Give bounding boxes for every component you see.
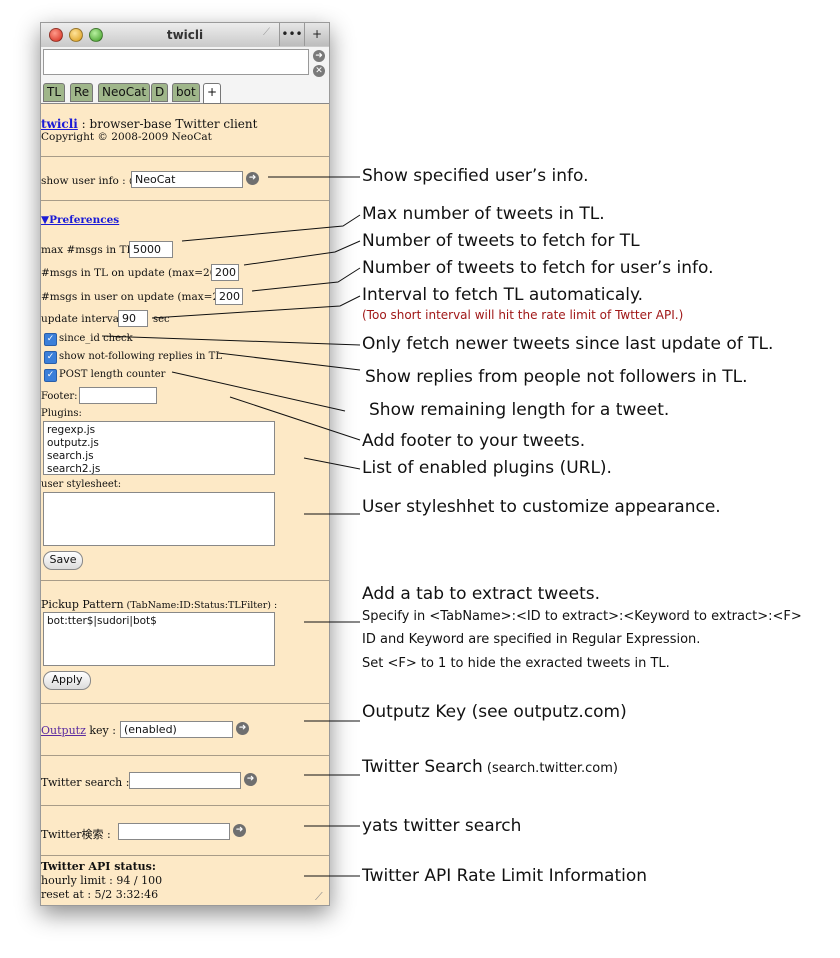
annotation-remaining: Show remaining length for a tweet.	[369, 400, 670, 420]
callout-line	[243, 240, 361, 266]
callout-lines	[101, 176, 361, 877]
annotation-pickup-title: Add a tab to extract tweets.	[362, 584, 601, 604]
annotation-pickup-hide: Set <F> to 1 to hide the exracted tweets…	[362, 656, 670, 671]
callout-line	[251, 267, 361, 292]
callout-line	[217, 352, 361, 371]
annotation-twitter-search: Twitter Search (search.twitter.com)	[362, 757, 618, 777]
annotation-twitter-search-domain: (search.twitter.com)	[482, 761, 618, 776]
annotation-not-following: Show replies from people not followers i…	[365, 367, 748, 387]
annotation-interval: Interval to fetch TL automaticaly.	[362, 285, 644, 305]
annotation-outputz: Outputz Key (see outputz.com)	[362, 702, 627, 722]
callout-line	[171, 371, 346, 412]
annotation-twitter-search-title: Twitter Search	[362, 757, 483, 777]
annotation-footer: Add footer to your tweets.	[362, 431, 586, 451]
callout-line	[101, 335, 361, 346]
callout-line	[229, 396, 361, 441]
annotation-yats: yats twitter search	[362, 816, 522, 836]
annotation-fetch-tl: Number of tweets to fetch for TL	[362, 231, 640, 251]
annotation-fetch-user: Number of tweets to fetch for user’s inf…	[362, 258, 714, 278]
annotation-pickup-format: Specify in <TabName>:<ID to extract>:<Ke…	[362, 609, 802, 624]
callout-line	[151, 295, 361, 319]
annotation-pickup-regex: ID and Keyword are specified in Regular …	[362, 632, 701, 647]
annotation-api: Twitter API Rate Limit Information	[362, 866, 648, 886]
annotation-stylesheet: User styleshhet to customize appearance.	[362, 497, 721, 517]
callout-line	[303, 457, 361, 470]
annotation-interval-warning: (Too short interval will hit the rate li…	[362, 308, 684, 322]
annotation-user-info: Show specified user’s info.	[362, 166, 589, 186]
callout-line	[181, 214, 361, 242]
annotation-max-tweets: Max number of tweets in TL.	[362, 204, 605, 224]
annotation-plugins: List of enabled plugins (URL).	[362, 458, 612, 478]
annotation-since-id: Only fetch newer tweets since last updat…	[362, 334, 774, 354]
